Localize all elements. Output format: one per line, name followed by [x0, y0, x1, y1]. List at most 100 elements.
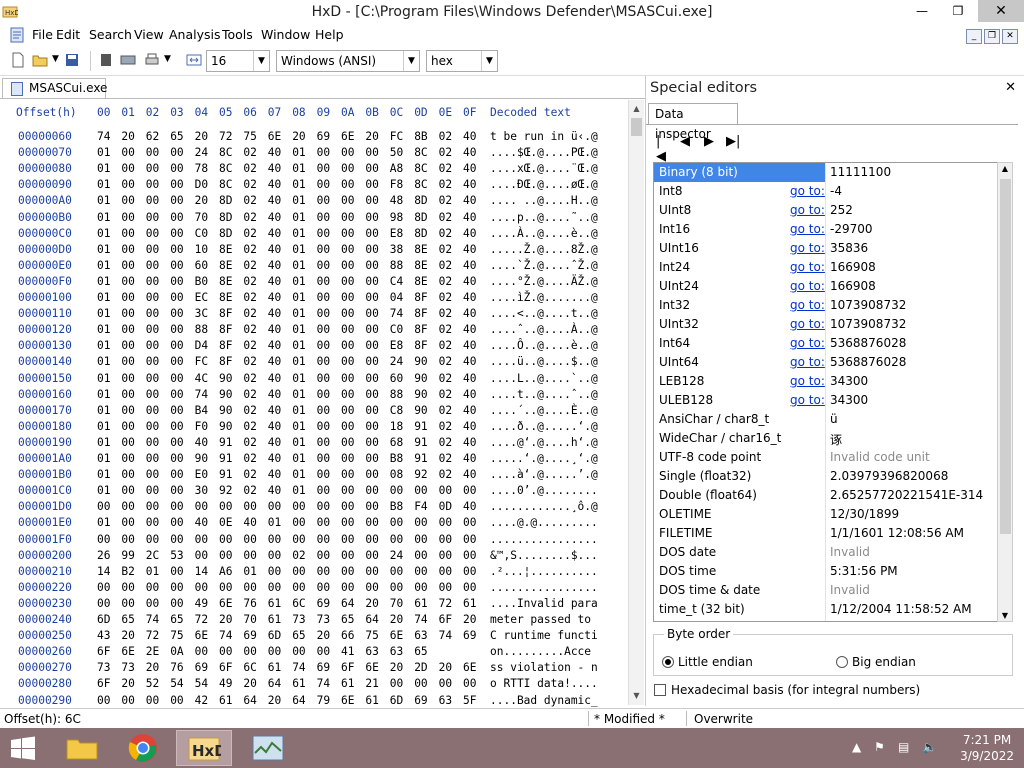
hex-byte[interactable]: 90: [414, 388, 427, 401]
hex-byte[interactable]: 00: [341, 307, 354, 320]
hex-byte[interactable]: 00: [341, 565, 354, 578]
hex-byte[interactable]: 00: [341, 388, 354, 401]
hex-byte[interactable]: 02: [243, 436, 256, 449]
hex-byte[interactable]: 00: [439, 581, 452, 594]
hex-byte[interactable]: 00: [341, 243, 354, 256]
hex-byte[interactable]: 00: [121, 211, 134, 224]
decoded-text[interactable]: ....ÐŒ.@....øŒ.@: [490, 178, 598, 191]
hex-byte[interactable]: 6F: [439, 613, 452, 626]
hex-byte[interactable]: 00: [170, 565, 183, 578]
hex-byte[interactable]: 02: [243, 275, 256, 288]
hex-byte[interactable]: 8E: [414, 259, 427, 272]
hex-byte[interactable]: 00: [341, 452, 354, 465]
hex-byte[interactable]: 00: [365, 307, 378, 320]
big-endian-radio[interactable]: Big endian: [836, 655, 916, 669]
hex-byte[interactable]: 00: [365, 533, 378, 546]
hex-byte[interactable]: 00: [414, 581, 427, 594]
hex-byte[interactable]: B8: [390, 500, 403, 513]
hex-byte[interactable]: 00: [146, 227, 159, 240]
hex-byte[interactable]: 62: [146, 130, 159, 143]
hex-byte[interactable]: 01: [97, 404, 110, 417]
hex-byte[interactable]: 8F: [414, 323, 427, 336]
hex-byte[interactable]: 00: [341, 323, 354, 336]
hex-byte[interactable]: 73: [317, 613, 330, 626]
hex-byte[interactable]: 02: [243, 194, 256, 207]
hex-byte[interactable]: 01: [97, 323, 110, 336]
hex-byte[interactable]: 00: [317, 178, 330, 191]
hex-byte[interactable]: 00: [146, 243, 159, 256]
hex-byte[interactable]: 91: [414, 452, 427, 465]
chrome-icon[interactable]: [116, 730, 172, 766]
hex-byte[interactable]: 68: [390, 436, 403, 449]
hex-byte[interactable]: 40: [463, 162, 476, 175]
hex-byte[interactable]: 01: [97, 275, 110, 288]
hex-byte[interactable]: 40: [268, 372, 281, 385]
hex-byte[interactable]: 61: [414, 597, 427, 610]
hex-byte[interactable]: 20: [121, 629, 134, 642]
hex-byte[interactable]: 01: [292, 323, 305, 336]
hex-byte[interactable]: 00: [317, 355, 330, 368]
hex-byte[interactable]: 00: [341, 339, 354, 352]
hex-byte[interactable]: 01: [292, 178, 305, 191]
hex-byte[interactable]: 00: [121, 404, 134, 417]
inspector-row[interactable]: DOS time 5:31:56 PM: [654, 562, 997, 581]
hex-byte[interactable]: 02: [243, 227, 256, 240]
mdi-restore-icon[interactable]: ❐: [984, 29, 1000, 44]
hex-byte[interactable]: 72: [195, 613, 208, 626]
decoded-text[interactable]: ....Ô..@....è..@: [490, 339, 598, 352]
hex-byte[interactable]: 02: [439, 146, 452, 159]
hex-byte[interactable]: 00: [439, 549, 452, 562]
hex-byte[interactable]: 54: [170, 677, 183, 690]
hex-byte[interactable]: 00: [439, 677, 452, 690]
hex-byte[interactable]: 00: [121, 162, 134, 175]
hex-byte[interactable]: 00: [268, 565, 281, 578]
goto-link[interactable]: go to:: [790, 317, 825, 331]
hex-byte[interactable]: 00: [341, 211, 354, 224]
hex-byte[interactable]: 61: [292, 677, 305, 690]
hex-byte[interactable]: 40: [463, 452, 476, 465]
hex-byte[interactable]: 00: [170, 355, 183, 368]
hex-byte[interactable]: 00: [341, 372, 354, 385]
hex-byte[interactable]: 00: [170, 275, 183, 288]
inspector-value[interactable]: Invalid code unit: [830, 450, 930, 464]
hex-byte[interactable]: 00: [170, 211, 183, 224]
close-panel-icon[interactable]: ✕: [1005, 80, 1016, 95]
hex-byte[interactable]: 20: [365, 597, 378, 610]
hex-byte[interactable]: 64: [292, 694, 305, 707]
hex-byte[interactable]: 75: [365, 629, 378, 642]
hex-byte[interactable]: 6E: [195, 629, 208, 642]
hex-byte[interactable]: 20: [121, 130, 134, 143]
hex-byte[interactable]: 00: [317, 211, 330, 224]
hex-byte[interactable]: 41: [341, 645, 354, 658]
volume-icon[interactable]: 🔈: [922, 740, 937, 754]
inspector-value[interactable]: 2/18/2140 6:27:08 PM: [830, 621, 963, 622]
offset-base-select[interactable]: hex ▼: [426, 50, 498, 72]
inspector-value[interactable]: 34300: [830, 393, 868, 407]
hex-byte[interactable]: 00: [121, 243, 134, 256]
hex-byte[interactable]: 00: [317, 404, 330, 417]
hex-byte[interactable]: 00: [146, 404, 159, 417]
hex-byte[interactable]: 00: [365, 500, 378, 513]
decoded-text[interactable]: ....$Œ.@....PŒ.@: [490, 146, 598, 159]
hex-byte[interactable]: 00: [439, 516, 452, 529]
hex-byte[interactable]: 40: [463, 130, 476, 143]
hex-byte[interactable]: 00: [121, 355, 134, 368]
hex-byte[interactable]: 2E: [146, 645, 159, 658]
hex-byte[interactable]: 3C: [195, 307, 208, 320]
hex-byte[interactable]: 00: [268, 549, 281, 562]
hex-byte[interactable]: 8D: [414, 194, 427, 207]
hex-byte[interactable]: 02: [439, 194, 452, 207]
hex-byte[interactable]: 00: [121, 533, 134, 546]
inspector-row[interactable]: FILETIME 1/1/1601 12:08:56 AM: [654, 524, 997, 543]
hex-byte[interactable]: FC: [195, 355, 208, 368]
inspector-row[interactable]: LEB128 go to: 34300: [654, 372, 997, 391]
hex-byte[interactable]: 00: [146, 211, 159, 224]
hex-byte[interactable]: 01: [292, 227, 305, 240]
hex-byte[interactable]: 00: [170, 597, 183, 610]
hex-byte[interactable]: 00: [292, 500, 305, 513]
hex-byte[interactable]: 00: [439, 484, 452, 497]
hex-byte[interactable]: 00: [317, 549, 330, 562]
hex-byte[interactable]: 00: [268, 581, 281, 594]
hex-byte[interactable]: 00: [414, 533, 427, 546]
hex-byte[interactable]: 48: [390, 194, 403, 207]
